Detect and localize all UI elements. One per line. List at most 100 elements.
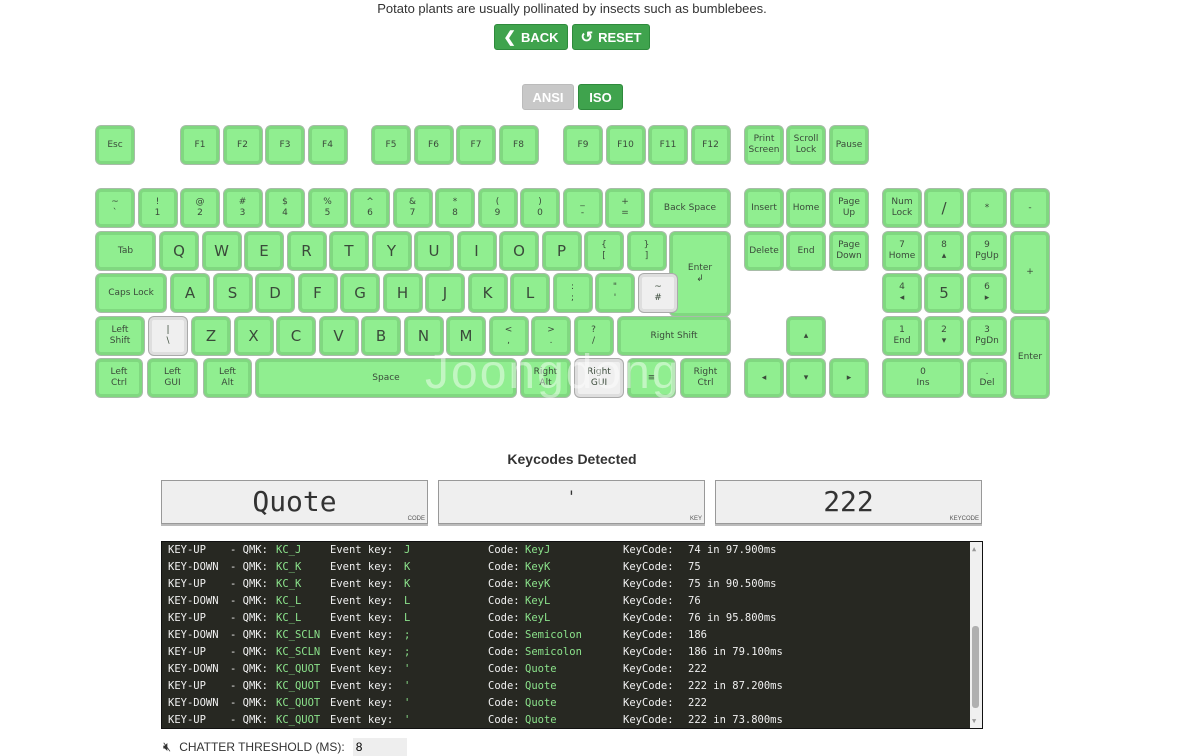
key-f11[interactable]: F11 (649, 126, 687, 164)
key-(-9[interactable]: (9 (478, 189, 517, 227)
key-6-▸[interactable]: 6 ▸ (968, 274, 1006, 312)
key-▾[interactable]: ▾ (787, 359, 825, 397)
key-◂[interactable]: ◂ (745, 359, 783, 397)
key-$-4[interactable]: $4 (266, 189, 304, 227)
key-p[interactable]: P (542, 232, 581, 270)
key-f1[interactable]: F1 (181, 126, 219, 164)
ansi-toggle[interactable]: ANSI (522, 84, 574, 110)
key-|-\[interactable]: | \ (149, 317, 187, 355)
key-#-3[interactable]: #3 (223, 189, 262, 227)
key--[interactable]: - (1011, 189, 1049, 227)
key-print-screen[interactable]: Print Screen (745, 126, 783, 164)
key-▴[interactable]: ▴ (787, 317, 825, 355)
key-g[interactable]: G (341, 274, 379, 312)
key-x[interactable]: X (234, 317, 273, 355)
key-~-#[interactable]: ~ # (639, 274, 677, 312)
key-v[interactable]: V (319, 317, 358, 355)
key-delete[interactable]: Delete (745, 232, 783, 270)
scroll-down-icon[interactable]: ▼ (972, 717, 976, 725)
key-7-home[interactable]: 7 Home (883, 232, 921, 270)
key-c[interactable]: C (277, 317, 315, 355)
key-9-pgup[interactable]: 9 PgUp (968, 232, 1006, 270)
key-<-,[interactable]: <, (489, 317, 528, 355)
key-f3[interactable]: F3 (266, 126, 304, 164)
key-f5[interactable]: F5 (372, 126, 410, 164)
key-n[interactable]: N (404, 317, 443, 355)
key-z[interactable]: Z (192, 317, 230, 355)
scrollbar-thumb[interactable] (972, 626, 979, 708)
key-4-◂[interactable]: 4 ◂ (883, 274, 921, 312)
key-~-`[interactable]: ~ ` (96, 189, 134, 227)
key-f9[interactable]: F9 (564, 126, 602, 164)
chatter-threshold-input[interactable] (352, 738, 407, 756)
key-enter-↲[interactable]: Enter ↲ (670, 232, 730, 316)
key-left-gui[interactable]: Left GUI (148, 359, 197, 397)
key-e[interactable]: E (245, 232, 283, 270)
key-f12[interactable]: F12 (691, 126, 730, 164)
key-a[interactable]: A (171, 274, 209, 312)
key-1-end[interactable]: 1 End (883, 317, 921, 355)
key-}-][interactable]: }] (627, 232, 666, 270)
key-pause[interactable]: Pause (830, 126, 868, 164)
key-!-1[interactable]: ! 1 (138, 189, 177, 227)
key-0-ins[interactable]: 0 Ins (883, 359, 963, 397)
key-right-gui[interactable]: Right GUI (575, 359, 623, 397)
key-right-ctrl[interactable]: Right Ctrl (681, 359, 730, 397)
key-end[interactable]: End (787, 232, 825, 270)
key-o[interactable]: O (500, 232, 538, 270)
key-f6[interactable]: F6 (414, 126, 453, 164)
key-/[interactable]: / (925, 189, 963, 227)
key-r[interactable]: R (287, 232, 326, 270)
key-"-'[interactable]: " ' (596, 274, 634, 312)
key-right-alt[interactable]: Right Alt (521, 359, 570, 397)
event-log[interactable]: KEY-UP - QMK: KC_J Event key: J Code: KeyJ Key… (161, 541, 983, 729)
key-space[interactable]: Space (256, 359, 516, 397)
iso-toggle[interactable]: ISO (578, 84, 623, 110)
key-+-=[interactable]: + = (606, 189, 644, 227)
key-enter[interactable]: Enter (1011, 317, 1049, 398)
back-button[interactable]: ❮ BACK (494, 24, 568, 50)
key-y[interactable]: Y (372, 232, 411, 270)
key-left-shift[interactable]: Left Shift (96, 317, 144, 355)
key-esc[interactable]: Esc (96, 126, 134, 164)
key-)-0[interactable]: ) 0 (521, 189, 559, 227)
key-q[interactable]: Q (160, 232, 198, 270)
key-:-;[interactable]: :; (553, 274, 592, 312)
key-+[interactable]: + (1011, 232, 1049, 313)
scroll-up-icon[interactable]: ▲ (972, 545, 976, 553)
key-h[interactable]: H (383, 274, 422, 312)
key-m[interactable]: M (447, 317, 485, 355)
key->-.[interactable]: >. (532, 317, 570, 355)
key-f10[interactable]: F10 (606, 126, 645, 164)
key-^-6[interactable]: ^ 6 (351, 189, 389, 227)
key-8-▴[interactable]: 8 ▴ (925, 232, 963, 270)
key-caps-lock[interactable]: Caps Lock (96, 274, 166, 312)
key-&-7[interactable]: & 7 (393, 189, 432, 227)
key-f[interactable]: F (298, 274, 337, 312)
key-page-down[interactable]: Page Down (830, 232, 868, 270)
key-2-▾[interactable]: 2 ▾ (925, 317, 963, 355)
key-num-lock[interactable]: Num Lock (883, 189, 921, 227)
log-scrollbar[interactable]: ▲ ▼ (970, 542, 982, 728)
key-left-alt[interactable]: Left Alt (204, 359, 251, 397)
key-back-space[interactable]: Back Space (650, 189, 730, 227)
key-l[interactable]: L (511, 274, 549, 312)
key-t[interactable]: T (330, 232, 368, 270)
key-f8[interactable]: F8 (499, 126, 538, 164)
key-5[interactable]: 5 (925, 274, 963, 312)
key-%-5[interactable]: % 5 (308, 189, 347, 227)
key-3-pgdn[interactable]: 3 PgDn (968, 317, 1006, 355)
key-.-del[interactable]: . Del (968, 359, 1006, 397)
key-b[interactable]: B (362, 317, 400, 355)
key-f2[interactable]: F2 (223, 126, 262, 164)
key-tab[interactable]: Tab (96, 232, 155, 270)
key-▸[interactable]: ▸ (830, 359, 868, 397)
key-?-/[interactable]: ? / (574, 317, 613, 355)
key-i[interactable]: I (457, 232, 496, 270)
key-scroll-lock[interactable]: Scroll Lock (787, 126, 825, 164)
key-_--[interactable]: _ - (563, 189, 602, 227)
key-d[interactable]: D (256, 274, 294, 312)
key-u[interactable]: U (415, 232, 453, 270)
key-f7[interactable]: F7 (457, 126, 495, 164)
key-≡[interactable]: ≡ (628, 359, 675, 397)
